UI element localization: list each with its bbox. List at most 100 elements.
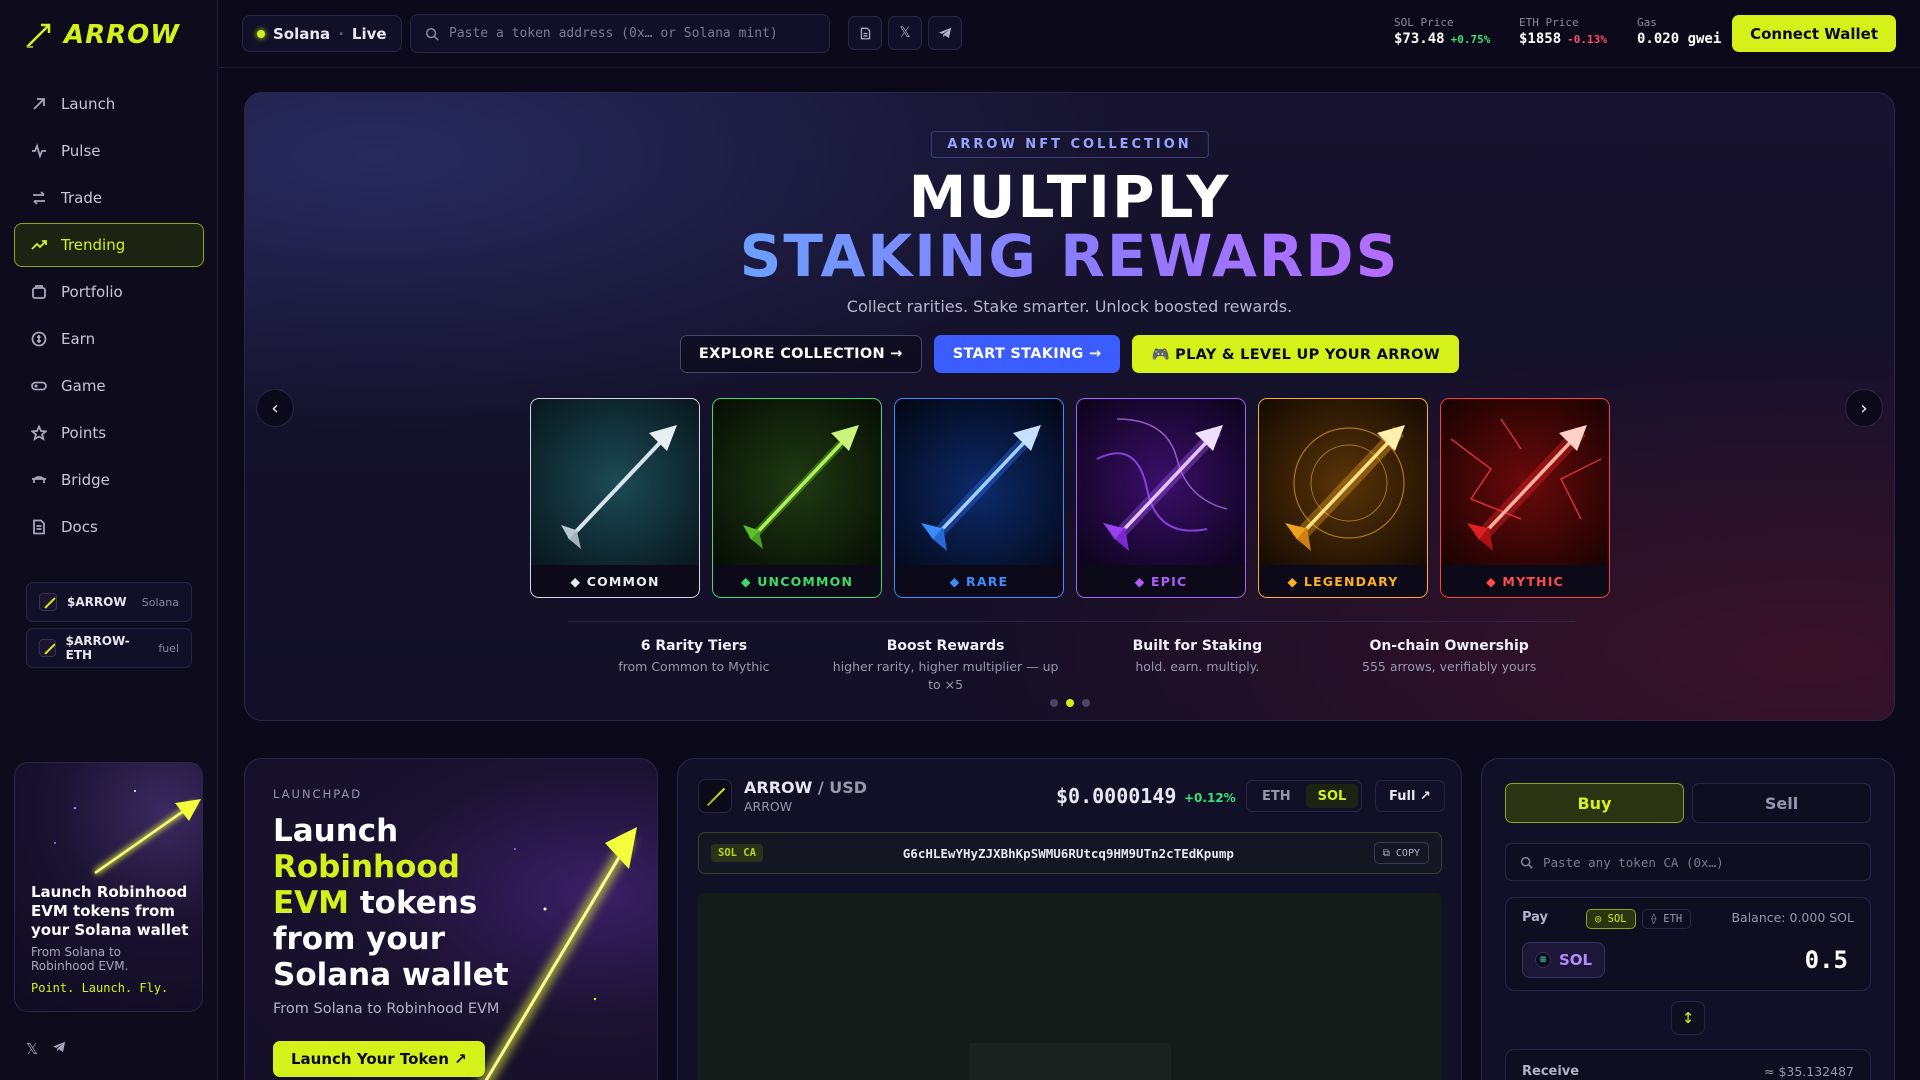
pay-option-eth[interactable]: ⟠ ETH: [1641, 909, 1692, 929]
tab-buy[interactable]: Buy: [1505, 783, 1684, 823]
carousel-prev-button[interactable]: ‹: [256, 389, 294, 427]
sidebar-item-launch[interactable]: Launch: [14, 82, 204, 126]
network-status: Live: [351, 24, 387, 43]
copy-address-button[interactable]: ⧉ COPY: [1373, 842, 1429, 864]
sidebar-item-label: Trending: [61, 236, 126, 254]
social-links: 𝕏: [26, 1040, 66, 1058]
promo-title: Launch Robinhood EVM tokens from your So…: [31, 883, 189, 939]
feature-title: 6 Rarity Tiers: [640, 638, 748, 654]
docs-button[interactable]: [848, 16, 882, 50]
launchpad-title-a: Launch: [273, 813, 399, 849]
rarity-name: ◆ RARE: [895, 565, 1063, 597]
rarity-name: ◆ EPIC: [1077, 565, 1245, 597]
price-chart[interactable]: [698, 893, 1442, 1080]
token-pill-arrow-eth[interactable]: $ARROW-ETH fuel: [26, 628, 192, 668]
telegram-icon[interactable]: [52, 1040, 66, 1058]
token-selector[interactable]: ≡ SOL: [1522, 942, 1606, 978]
contract-address[interactable]: G6cHLEwYHyZJXBhKpSWMU6RUtcq9HM9UTn2cTEdK…: [763, 846, 1374, 861]
token-network: Solana: [141, 595, 179, 609]
glowing-arrow-icon: [54, 790, 201, 876]
tab-sell[interactable]: Sell: [1692, 783, 1871, 823]
feature-title: Boost Rewards: [886, 638, 1005, 654]
swap-token-search[interactable]: [1505, 843, 1871, 881]
receive-label: Receive: [1522, 1064, 1580, 1079]
rarity-card-uncommon[interactable]: ◆ UNCOMMON: [712, 398, 882, 598]
sidebar-item-pulse[interactable]: Pulse: [14, 129, 204, 173]
sidebar-item-trade[interactable]: Trade: [14, 176, 204, 220]
sidebar-item-label: Earn: [61, 330, 96, 348]
carousel-dot[interactable]: [1081, 699, 1090, 707]
contract-address-row: SOL CA G6cHLEwYHyZJXBhKpSWMU6RUtcq9HM9UT…: [698, 832, 1442, 874]
sidebar-item-docs[interactable]: Docs: [14, 505, 204, 549]
carousel-dot[interactable]: [1049, 699, 1058, 707]
rarity-card-epic[interactable]: ◆ EPIC: [1076, 398, 1246, 598]
hero-badge: ARROW NFT COLLECTION: [930, 131, 1209, 158]
flip-direction-button[interactable]: ↕: [1671, 1001, 1705, 1035]
brand-logo[interactable]: ARROW: [24, 20, 180, 50]
sol-price-value: $73.48: [1394, 31, 1445, 47]
play-level-up-button[interactable]: 🎮 PLAY & LEVEL UP YOUR ARROW: [1132, 335, 1460, 373]
sidebar-item-points[interactable]: Points: [14, 411, 204, 455]
x-twitter-button[interactable]: 𝕏: [888, 16, 922, 50]
chain-toggle: ETH SOL: [1246, 780, 1363, 812]
sidebar-item-game[interactable]: Game: [14, 364, 204, 408]
rare-arrow-art-icon: [895, 399, 1063, 567]
swap-panel: Buy Sell Pay ◎ SOL ⟠ ETH Balance: 0.000 …: [1481, 758, 1895, 1080]
eth-price-change: -0.13%: [1567, 33, 1607, 46]
explore-collection-button[interactable]: EXPLORE COLLECTION →: [679, 335, 922, 373]
token-pill-arrow[interactable]: $ARROW Solana: [26, 582, 192, 622]
sol-price-change: +0.75%: [1450, 33, 1491, 46]
rarity-card-legendary[interactable]: ◆ LEGENDARY: [1258, 398, 1428, 598]
pay-currency-toggle: ◎ SOL ⟠ ETH: [1586, 909, 1692, 929]
swap-vertical-icon: ↕: [1681, 1009, 1695, 1027]
pay-amount[interactable]: 0.5: [1805, 946, 1848, 974]
gas-label: Gas: [1637, 16, 1657, 29]
rarity-name: ◆ MYTHIC: [1441, 565, 1609, 597]
network-name: Solana: [273, 24, 331, 43]
sidebar-item-earn[interactable]: Earn: [14, 317, 204, 361]
token-network: fuel: [158, 641, 179, 655]
arrow-token-icon: [39, 593, 57, 611]
launch-token-button[interactable]: Launch Your Token ↗: [273, 1041, 485, 1077]
token-search[interactable]: [410, 14, 830, 53]
sidebar-item-label: Docs: [61, 518, 98, 536]
pay-option-sol[interactable]: ◎ SOL: [1586, 909, 1636, 929]
live-status-dot-icon: [257, 29, 265, 38]
chevron-left-icon: ‹: [271, 397, 279, 419]
telegram-icon: [938, 27, 952, 39]
connect-wallet-button[interactable]: Connect Wallet: [1732, 15, 1896, 52]
feature-desc: hold. earn. multiply.: [1135, 659, 1260, 674]
sidebar-promo-card[interactable]: Launch Robinhood EVM tokens from your So…: [14, 762, 203, 1012]
sidebar-item-bridge[interactable]: Bridge: [14, 458, 204, 502]
rarity-card-common[interactable]: ◆ COMMON: [530, 398, 700, 598]
x-twitter-icon[interactable]: 𝕏: [26, 1040, 38, 1058]
chain-option-eth[interactable]: ETH: [1250, 784, 1303, 808]
sidebar-item-label: Game: [61, 377, 106, 395]
selected-token: SOL: [1559, 951, 1593, 969]
start-staking-button[interactable]: START STAKING →: [933, 335, 1121, 373]
telegram-button[interactable]: [928, 16, 962, 50]
token-symbol: $ARROW: [67, 595, 127, 609]
x-twitter-icon: 𝕏: [899, 25, 911, 41]
swap-search-input[interactable]: [1543, 854, 1863, 870]
token-search-input[interactable]: [449, 26, 829, 41]
sidebar-item-label: Portfolio: [61, 283, 123, 301]
carousel-dot-active[interactable]: [1065, 699, 1074, 707]
sidebar-item-label: Launch: [61, 95, 116, 113]
sidebar-item-trending[interactable]: Trending: [14, 223, 204, 267]
chain-option-sol[interactable]: SOL: [1305, 784, 1359, 808]
network-selector[interactable]: Solana · Live: [242, 15, 402, 52]
fullscreen-chart-button[interactable]: Full ↗: [1375, 780, 1445, 812]
common-arrow-art-icon: [531, 399, 699, 567]
rarity-name: ◆ COMMON: [531, 565, 699, 597]
pair-price: $0.0000149: [1056, 784, 1177, 808]
rarity-card-mythic[interactable]: ◆ MYTHIC: [1440, 398, 1610, 598]
carousel-next-button[interactable]: ›: [1845, 389, 1883, 427]
bridge-icon: [32, 476, 46, 483]
rarity-card-rare[interactable]: ◆ RARE: [894, 398, 1064, 598]
chart-loading-placeholder: [969, 1043, 1171, 1080]
launchpad-eyebrow: LAUNCHPAD: [273, 787, 363, 801]
feature-item: On-chain Ownership 555 arrows, verifiabl…: [1323, 638, 1575, 694]
sidebar-item-portfolio[interactable]: Portfolio: [14, 270, 204, 314]
feature-title: On-chain Ownership: [1369, 638, 1529, 654]
